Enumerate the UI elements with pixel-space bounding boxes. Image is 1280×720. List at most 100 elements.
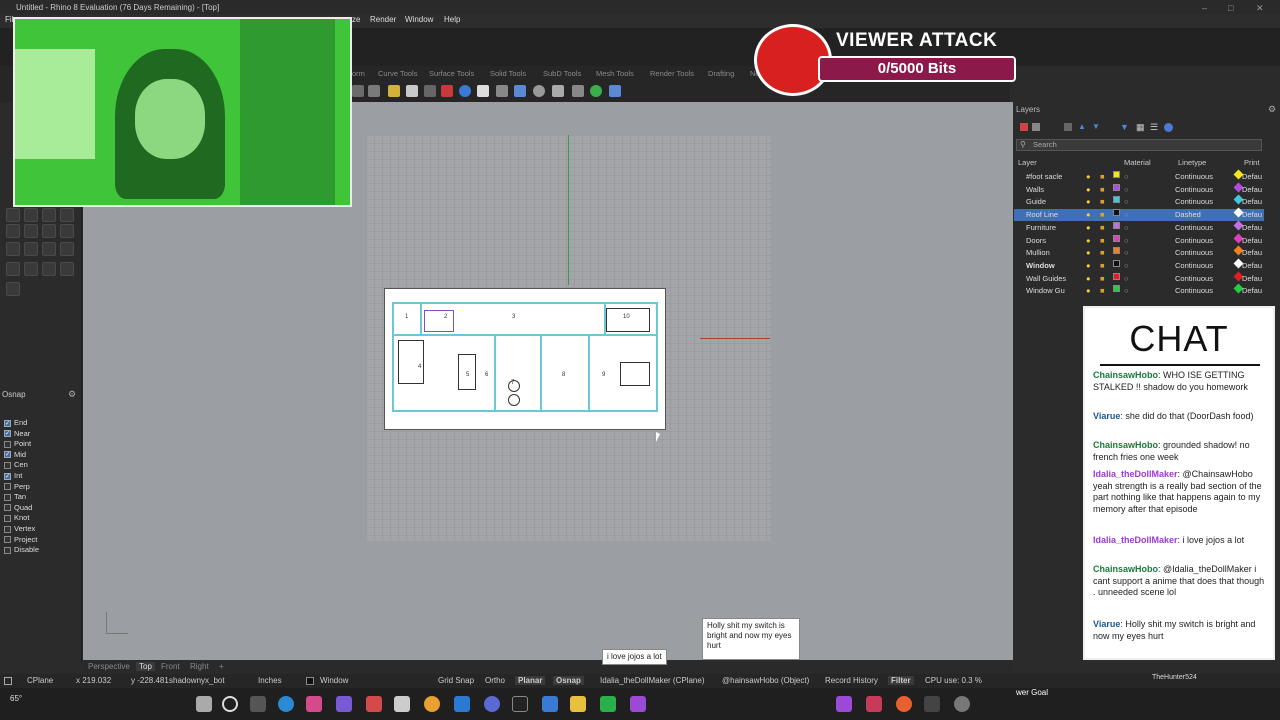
- lightbulb-icon[interactable]: ●: [1086, 209, 1091, 221]
- lightbulb-icon[interactable]: ●: [1086, 171, 1091, 183]
- tab-perspective[interactable]: Perspective: [88, 662, 130, 671]
- app-icon[interactable]: [866, 696, 882, 712]
- osnap-item[interactable]: Quad: [4, 503, 32, 513]
- weather-temp[interactable]: 65°: [10, 694, 22, 703]
- osnap-item[interactable]: ✓ Mid: [4, 450, 26, 460]
- hand-icon[interactable]: [406, 85, 418, 97]
- dimension-tool-icon[interactable]: [24, 224, 38, 238]
- osnap-item[interactable]: Cen: [4, 460, 28, 470]
- edge-icon[interactable]: [278, 696, 294, 712]
- lightbulb-icon[interactable]: ●: [1086, 285, 1091, 297]
- tab-right[interactable]: Right: [190, 662, 209, 671]
- osnap-item[interactable]: Disable: [4, 545, 39, 555]
- lock-icon[interactable]: ■: [1100, 196, 1105, 208]
- tab-render-tools[interactable]: Render Tools: [650, 69, 694, 78]
- osnap-checkbox[interactable]: [4, 483, 11, 491]
- planar-toggle[interactable]: Planar: [515, 676, 546, 685]
- chrome-icon[interactable]: [424, 696, 440, 712]
- osnap-checkbox[interactable]: ✓: [4, 451, 11, 459]
- curve-tool-icon[interactable]: [24, 208, 38, 222]
- store-icon[interactable]: [542, 696, 558, 712]
- layer-color-swatch[interactable]: [1113, 209, 1120, 217]
- extrude-tool-icon[interactable]: [6, 262, 20, 276]
- osnap-checkbox[interactable]: [4, 546, 11, 554]
- osnap-item[interactable]: ✓ End: [4, 418, 27, 428]
- lightbulb-icon[interactable]: ●: [1086, 235, 1091, 247]
- osnap-checkbox[interactable]: ✓: [4, 472, 11, 480]
- tab-top[interactable]: Top: [136, 662, 155, 671]
- add-viewport-button[interactable]: +: [219, 662, 224, 671]
- lightbulb-icon[interactable]: ●: [1086, 273, 1091, 285]
- osnap-item[interactable]: Point: [4, 439, 31, 449]
- gear-icon[interactable]: ⚙: [1268, 104, 1276, 115]
- gear-tool-icon[interactable]: [60, 262, 74, 276]
- osnap-checkbox[interactable]: ✓: [4, 430, 11, 438]
- filter-icon[interactable]: ▼: [1120, 122, 1129, 132]
- layer-color-swatch[interactable]: [1113, 221, 1120, 229]
- osnap-item[interactable]: Tan: [4, 492, 26, 502]
- discord-icon[interactable]: [484, 696, 500, 712]
- box-tool-icon[interactable]: [6, 242, 20, 256]
- layer-row[interactable]: #foot sacle ● ■ ○ Continuous Defau: [1014, 169, 1264, 183]
- material-icon[interactable]: ○: [1124, 247, 1129, 259]
- help-icon[interactable]: [609, 85, 621, 97]
- layer-color-swatch[interactable]: [1113, 183, 1120, 191]
- app-icon[interactable]: [394, 696, 410, 712]
- move-down-icon[interactable]: ▼: [1092, 122, 1100, 131]
- columns-icon[interactable]: ▦: [1136, 122, 1145, 133]
- help-icon[interactable]: [1164, 123, 1173, 132]
- tab-drafting[interactable]: Drafting: [708, 69, 734, 78]
- mesh-icon[interactable]: [514, 85, 526, 97]
- osnap-item[interactable]: ✓ Near: [4, 429, 30, 439]
- layer-color-swatch[interactable]: [1113, 196, 1120, 204]
- app-icon[interactable]: [512, 696, 528, 712]
- lightbulb-icon[interactable]: ●: [1086, 196, 1091, 208]
- layer-row[interactable]: Window Gu ● ■ ○ Continuous Defau: [1014, 283, 1264, 297]
- settings-icon[interactable]: [552, 85, 564, 97]
- material-icon[interactable]: ○: [1124, 285, 1129, 297]
- material-icon[interactable]: [441, 85, 453, 97]
- col-layer[interactable]: Layer: [1018, 158, 1037, 167]
- menu-icon[interactable]: ☰: [1150, 122, 1158, 133]
- lock-icon[interactable]: ■: [1100, 285, 1105, 297]
- trim-tool-icon[interactable]: [24, 262, 38, 276]
- layer-color-swatch[interactable]: [1113, 259, 1120, 267]
- tab-subd-tools[interactable]: SubD Tools: [543, 69, 581, 78]
- app-icon[interactable]: [630, 696, 646, 712]
- grid-icon[interactable]: [496, 85, 508, 97]
- col-linetype[interactable]: Linetype: [1178, 158, 1206, 167]
- select-tool-icon[interactable]: [6, 208, 20, 222]
- app-icon[interactable]: [896, 696, 912, 712]
- polyline-tool-icon[interactable]: [42, 208, 56, 222]
- osnap-checkbox[interactable]: [4, 461, 11, 469]
- display-icon[interactable]: [477, 85, 489, 97]
- lightbulb-icon[interactable]: ●: [1086, 260, 1091, 272]
- app-icon[interactable]: [306, 696, 322, 712]
- material-icon[interactable]: ○: [1124, 171, 1129, 183]
- material-icon[interactable]: ○: [1124, 184, 1129, 196]
- lock-icon[interactable]: ■: [1100, 171, 1105, 183]
- tab-curve-tools[interactable]: Curve Tools: [378, 69, 417, 78]
- lock-icon[interactable]: [424, 85, 436, 97]
- osnap-checkbox[interactable]: [4, 514, 11, 522]
- task-view-icon[interactable]: [250, 696, 266, 712]
- osnap-checkbox[interactable]: ✓: [4, 419, 11, 427]
- osnap-item[interactable]: Knot: [4, 513, 29, 523]
- menu-help[interactable]: Help: [444, 15, 460, 24]
- render-sphere-icon[interactable]: [459, 85, 471, 97]
- layer-row[interactable]: Guide ● ■ ○ Continuous Defau: [1014, 194, 1264, 208]
- globe-icon[interactable]: [590, 85, 602, 97]
- move-icon[interactable]: [352, 85, 364, 97]
- tab-mesh-tools[interactable]: Mesh Tools: [596, 69, 634, 78]
- light-icon[interactable]: [388, 85, 400, 97]
- layer-row[interactable]: Wall Guides ● ■ ○ Continuous Defau: [1014, 271, 1264, 285]
- lightbulb-icon[interactable]: ●: [1086, 247, 1091, 259]
- pencil-tool-icon[interactable]: [6, 282, 20, 296]
- layer-row[interactable]: Window ● ■ ○ Continuous Defau: [1014, 258, 1264, 272]
- tab-surface-tools[interactable]: Surface Tools: [429, 69, 474, 78]
- material-icon[interactable]: ○: [1124, 222, 1129, 234]
- layer-search-input[interactable]: ⚲ Search: [1016, 139, 1262, 151]
- rectangle-tool-icon[interactable]: [60, 224, 74, 238]
- menu-partial[interactable]: ze: [352, 15, 360, 24]
- ortho-toggle[interactable]: Ortho: [485, 676, 505, 685]
